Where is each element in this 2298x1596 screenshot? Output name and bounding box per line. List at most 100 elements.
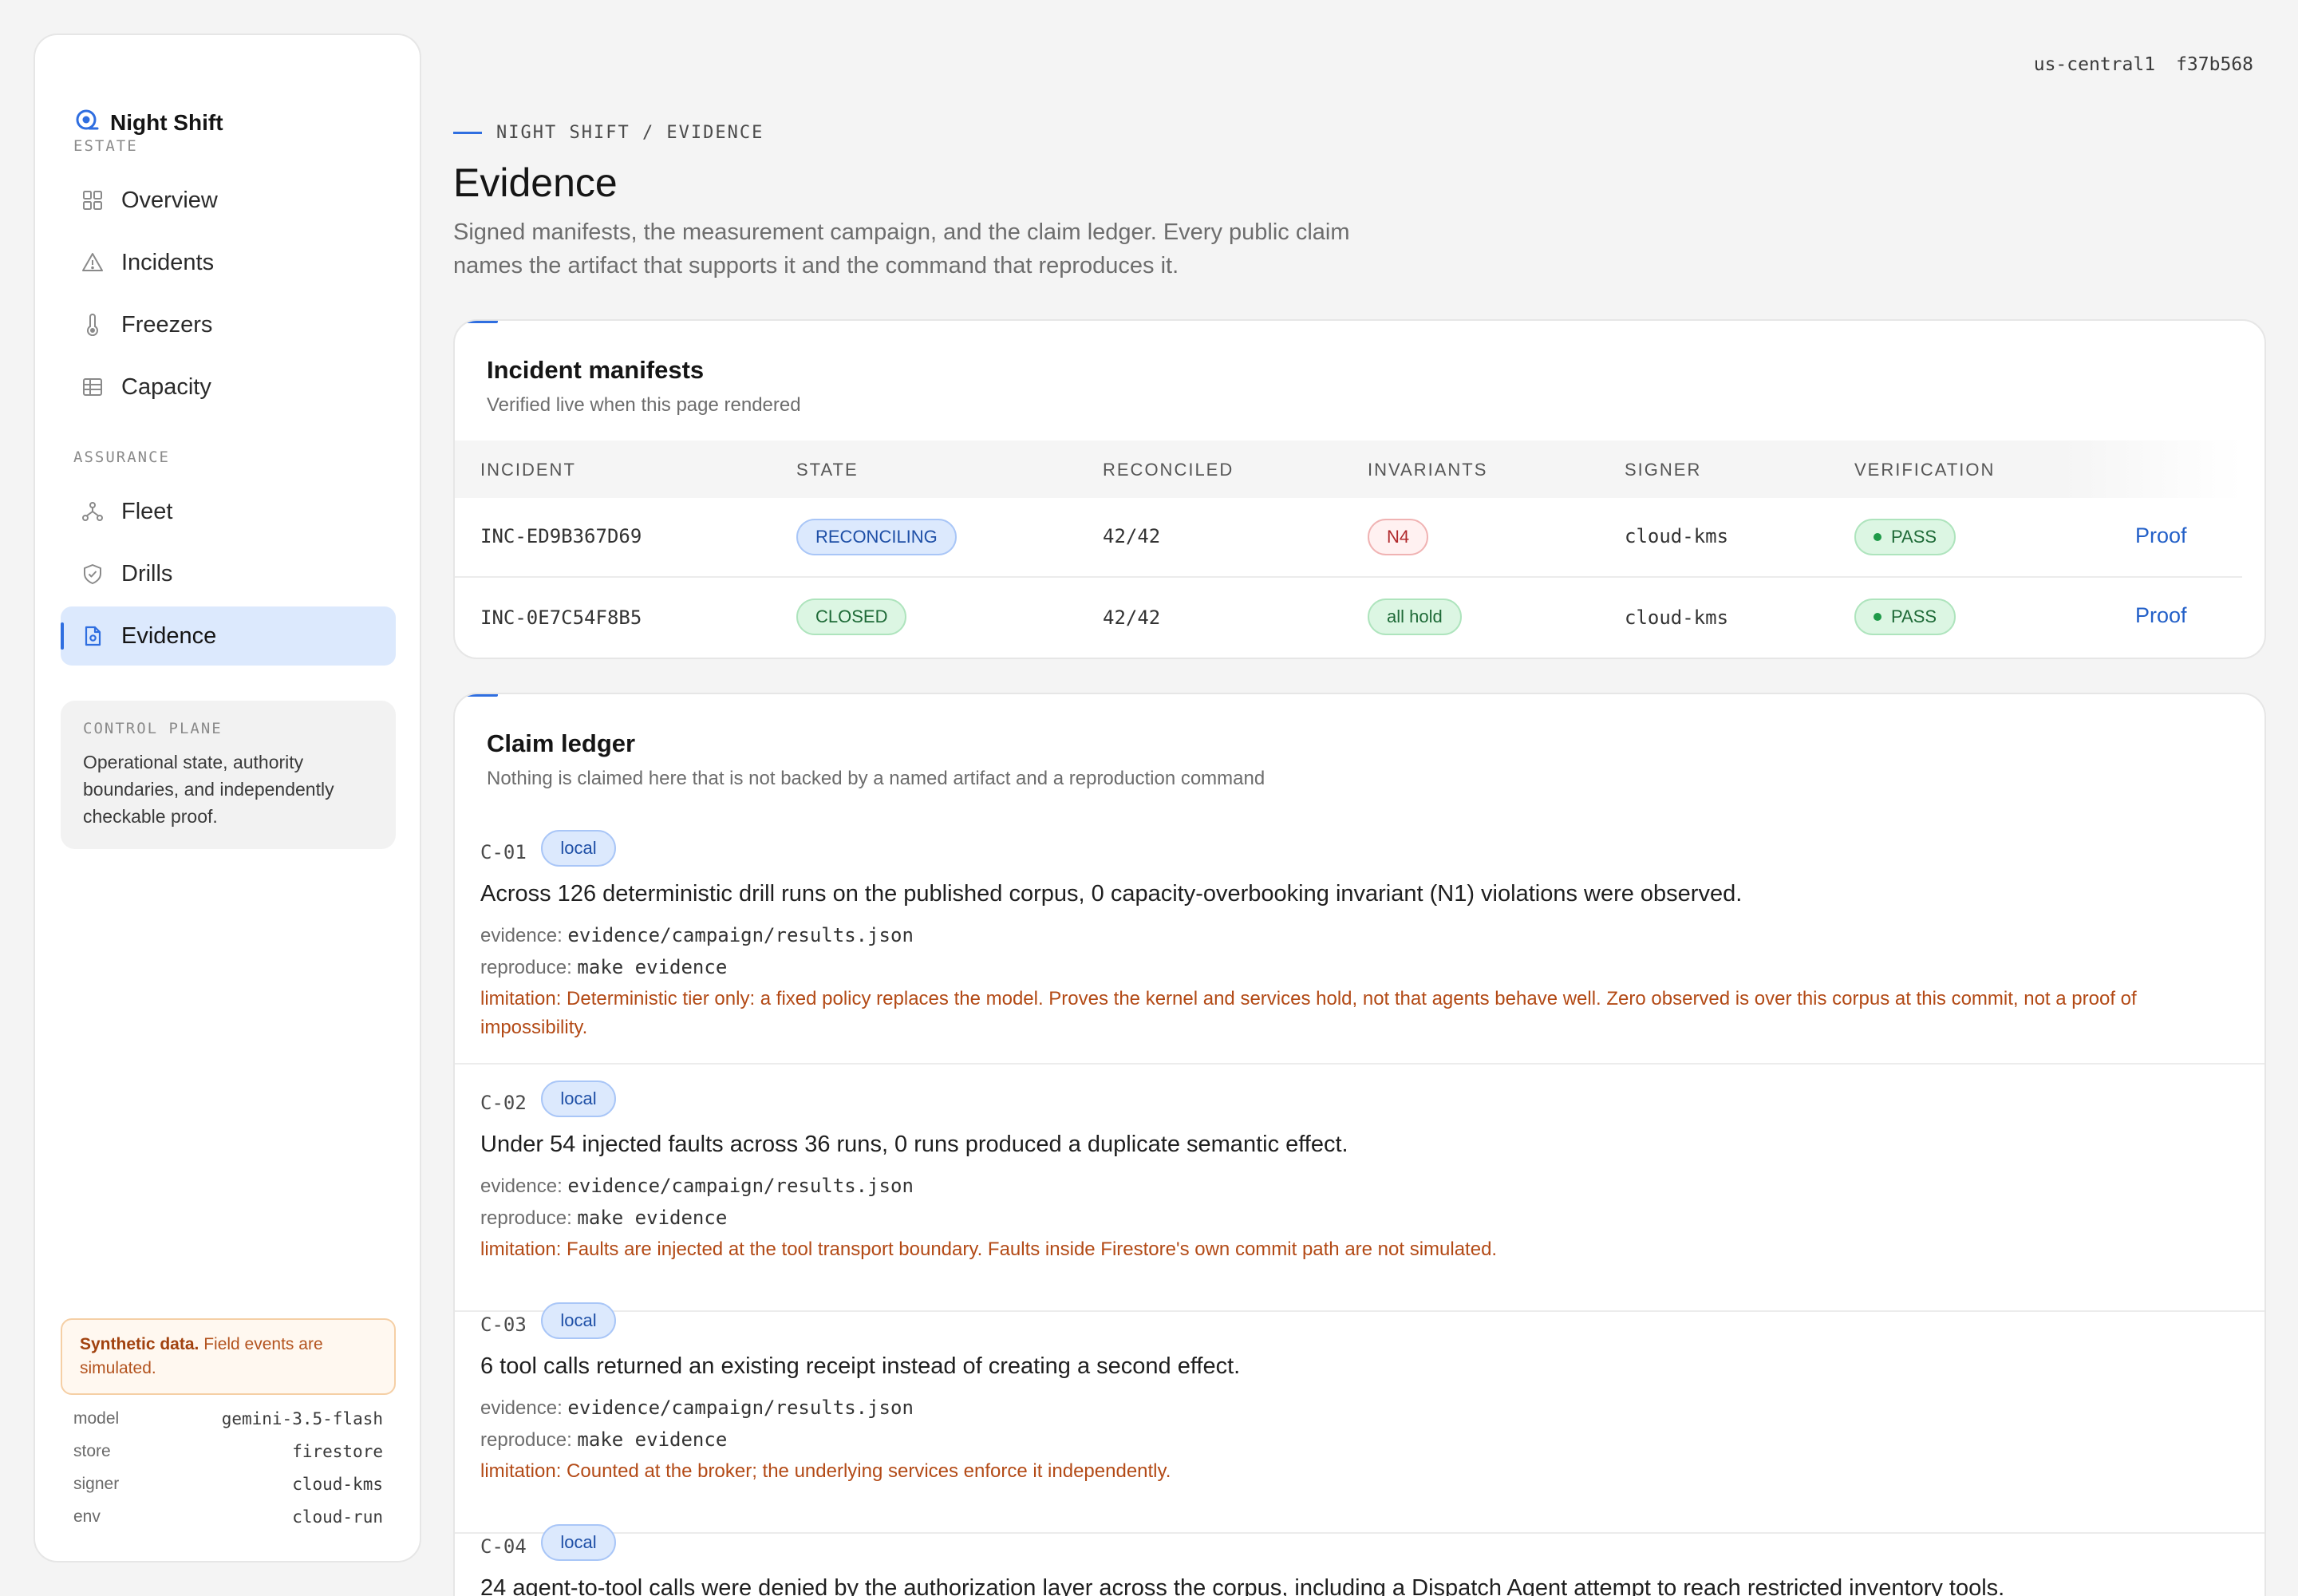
reproduce-command: make evidence — [577, 956, 728, 978]
evidence-prefix: evidence: — [480, 1397, 563, 1419]
limitation-text: Counted at the broker; the underlying se… — [567, 1460, 1171, 1482]
claim-evidence: evidence: evidence/campaign/results.json — [480, 924, 914, 947]
section-label-estate: ESTATE — [73, 137, 138, 155]
meta-key: model — [73, 1409, 120, 1428]
verification-badge: PASS — [1854, 519, 1956, 555]
claim-reproduce: reproduce: make evidence — [480, 956, 727, 979]
commit-label: f37b568 — [2176, 54, 2253, 75]
reconciled-value: 42/42 — [1103, 606, 1161, 629]
claim-limitation: limitation: Faults are injected at the t… — [480, 1235, 2244, 1264]
synthetic-notice-strong: Synthetic data. — [80, 1335, 199, 1353]
grid-icon — [80, 188, 105, 213]
table-header: INCIDENT STATE RECONCILED INVARIANTS SIG… — [455, 440, 2242, 498]
reconciled-value: 42/42 — [1103, 525, 1161, 547]
control-plane-card: CONTROL PLANE Operational state, authori… — [61, 701, 396, 849]
reproduce-prefix: reproduce: — [480, 1429, 572, 1451]
column-header-signer: SIGNER — [1625, 460, 1702, 480]
sidebar-item-label: Drills — [121, 560, 173, 587]
pass-dot-icon — [1874, 533, 1881, 541]
meta-row-model: model gemini-3.5-flash — [73, 1409, 383, 1428]
column-header-verification: VERIFICATION — [1854, 460, 1996, 480]
evidence-prefix: evidence: — [480, 1175, 563, 1197]
brand[interactable]: Night Shift — [73, 107, 223, 138]
limitation-prefix: limitation: — [480, 1238, 562, 1260]
table-icon — [80, 374, 105, 400]
network-icon — [80, 499, 105, 524]
meta-row-env: env cloud-run — [73, 1507, 383, 1527]
column-header-incident: INCIDENT — [480, 460, 576, 480]
card-title: Incident manifests — [487, 356, 705, 384]
sidebar-item-label: Freezers — [121, 311, 213, 338]
proof-link[interactable]: Proof — [2135, 523, 2187, 548]
pass-dot-icon — [1874, 613, 1881, 621]
breadcrumb-accent — [453, 132, 482, 134]
sidebar-item-capacity[interactable]: Capacity — [61, 358, 396, 417]
card-accent — [463, 321, 498, 323]
column-header-state: STATE — [796, 460, 859, 480]
claim-id: C-02 — [480, 1092, 527, 1114]
region-label: us-central1 — [2033, 54, 2156, 75]
evidence-path: evidence/campaign/results.json — [567, 1175, 914, 1197]
card-subtitle: Verified live when this page rendered — [487, 394, 801, 416]
scope-badge: local — [541, 1524, 616, 1561]
claim-id: C-01 — [480, 841, 527, 863]
invariants-badge: N4 — [1368, 519, 1429, 555]
meta-key: signer — [73, 1475, 120, 1493]
evidence-path: evidence/campaign/results.json — [567, 924, 914, 946]
claim-id: C-04 — [480, 1535, 527, 1558]
sidebar-item-incidents[interactable]: Incidents — [61, 233, 396, 292]
card-subtitle: Nothing is claimed here that is not back… — [487, 768, 1265, 789]
limitation-prefix: limitation: — [480, 1460, 562, 1482]
sidebar-item-label: Incidents — [121, 249, 215, 275]
incident-manifests-card: Incident manifests Verified live when th… — [453, 319, 2266, 659]
sidebar-item-fleet[interactable]: Fleet — [61, 482, 396, 541]
sidebar-item-overview[interactable]: Overview — [61, 171, 396, 230]
proof-link[interactable]: Proof — [2135, 603, 2187, 628]
meta-value: firestore — [292, 1442, 383, 1461]
claim-reproduce: reproduce: make evidence — [480, 1207, 727, 1230]
section-label-assurance: ASSURANCE — [73, 448, 170, 466]
claim-text: 24 agent-to-tool calls were denied by th… — [480, 1575, 2005, 1596]
reproduce-command: make evidence — [577, 1207, 728, 1229]
limitation-prefix: limitation: — [480, 988, 562, 1009]
sidebar-item-label: Overview — [121, 187, 218, 213]
thermometer-icon — [80, 312, 105, 338]
claim-text: Under 54 injected faults across 36 runs,… — [480, 1132, 1348, 1157]
reproduce-command: make evidence — [577, 1428, 728, 1451]
claim-evidence: evidence: evidence/campaign/results.json — [480, 1175, 914, 1198]
sidebar: Night Shift ESTATE Overview Incidents Fr… — [34, 34, 421, 1562]
claim-evidence: evidence: evidence/campaign/results.json — [480, 1396, 914, 1420]
scope-badge: local — [541, 1080, 616, 1117]
claim-limitation: limitation: Deterministic tier only: a f… — [480, 985, 2244, 1042]
claim-reproduce: reproduce: make evidence — [480, 1428, 727, 1452]
table-row[interactable]: INC-ED9B367D69 RECONCILING 42/42 N4 clou… — [455, 498, 2242, 578]
signer-value: cloud-kms — [1625, 606, 1729, 629]
state-badge: CLOSED — [796, 598, 907, 635]
page-title: Evidence — [453, 160, 618, 205]
verification-text: PASS — [1891, 527, 1937, 547]
meta-value: cloud-run — [292, 1507, 383, 1527]
state-badge: RECONCILING — [796, 519, 957, 555]
sidebar-item-label: Capacity — [121, 373, 211, 400]
card-accent — [463, 694, 498, 697]
breadcrumb-text: NIGHT SHIFT / EVIDENCE — [496, 123, 764, 143]
control-plane-text: Operational state, authority boundaries,… — [83, 752, 334, 827]
control-plane-title: CONTROL PLANE — [83, 720, 223, 737]
incident-id: INC-ED9B367D69 — [480, 525, 642, 547]
logo-icon — [73, 107, 101, 138]
deployment-meta: us-central1 f37b568 — [2034, 54, 2253, 75]
evidence-path: evidence/campaign/results.json — [567, 1396, 914, 1419]
reproduce-prefix: reproduce: — [480, 957, 572, 978]
reproduce-prefix: reproduce: — [480, 1207, 572, 1229]
synthetic-data-notice: Synthetic data. Field events are simulat… — [61, 1318, 396, 1395]
column-header-reconciled: RECONCILED — [1103, 460, 1234, 480]
sidebar-item-drills[interactable]: Drills — [61, 544, 396, 603]
shield-check-icon — [80, 561, 105, 587]
meta-row-signer: signer cloud-kms — [73, 1475, 383, 1494]
table-row[interactable]: INC-0E7C54F8B5 CLOSED 42/42 all hold clo… — [455, 579, 2242, 658]
sidebar-item-freezers[interactable]: Freezers — [61, 295, 396, 354]
claim-item: C-02 local Under 54 injected faults acro… — [455, 1080, 2264, 1312]
sidebar-item-evidence[interactable]: Evidence — [61, 606, 396, 666]
meta-value: gemini-3.5-flash — [221, 1409, 383, 1428]
warning-triangle-icon — [80, 250, 105, 275]
